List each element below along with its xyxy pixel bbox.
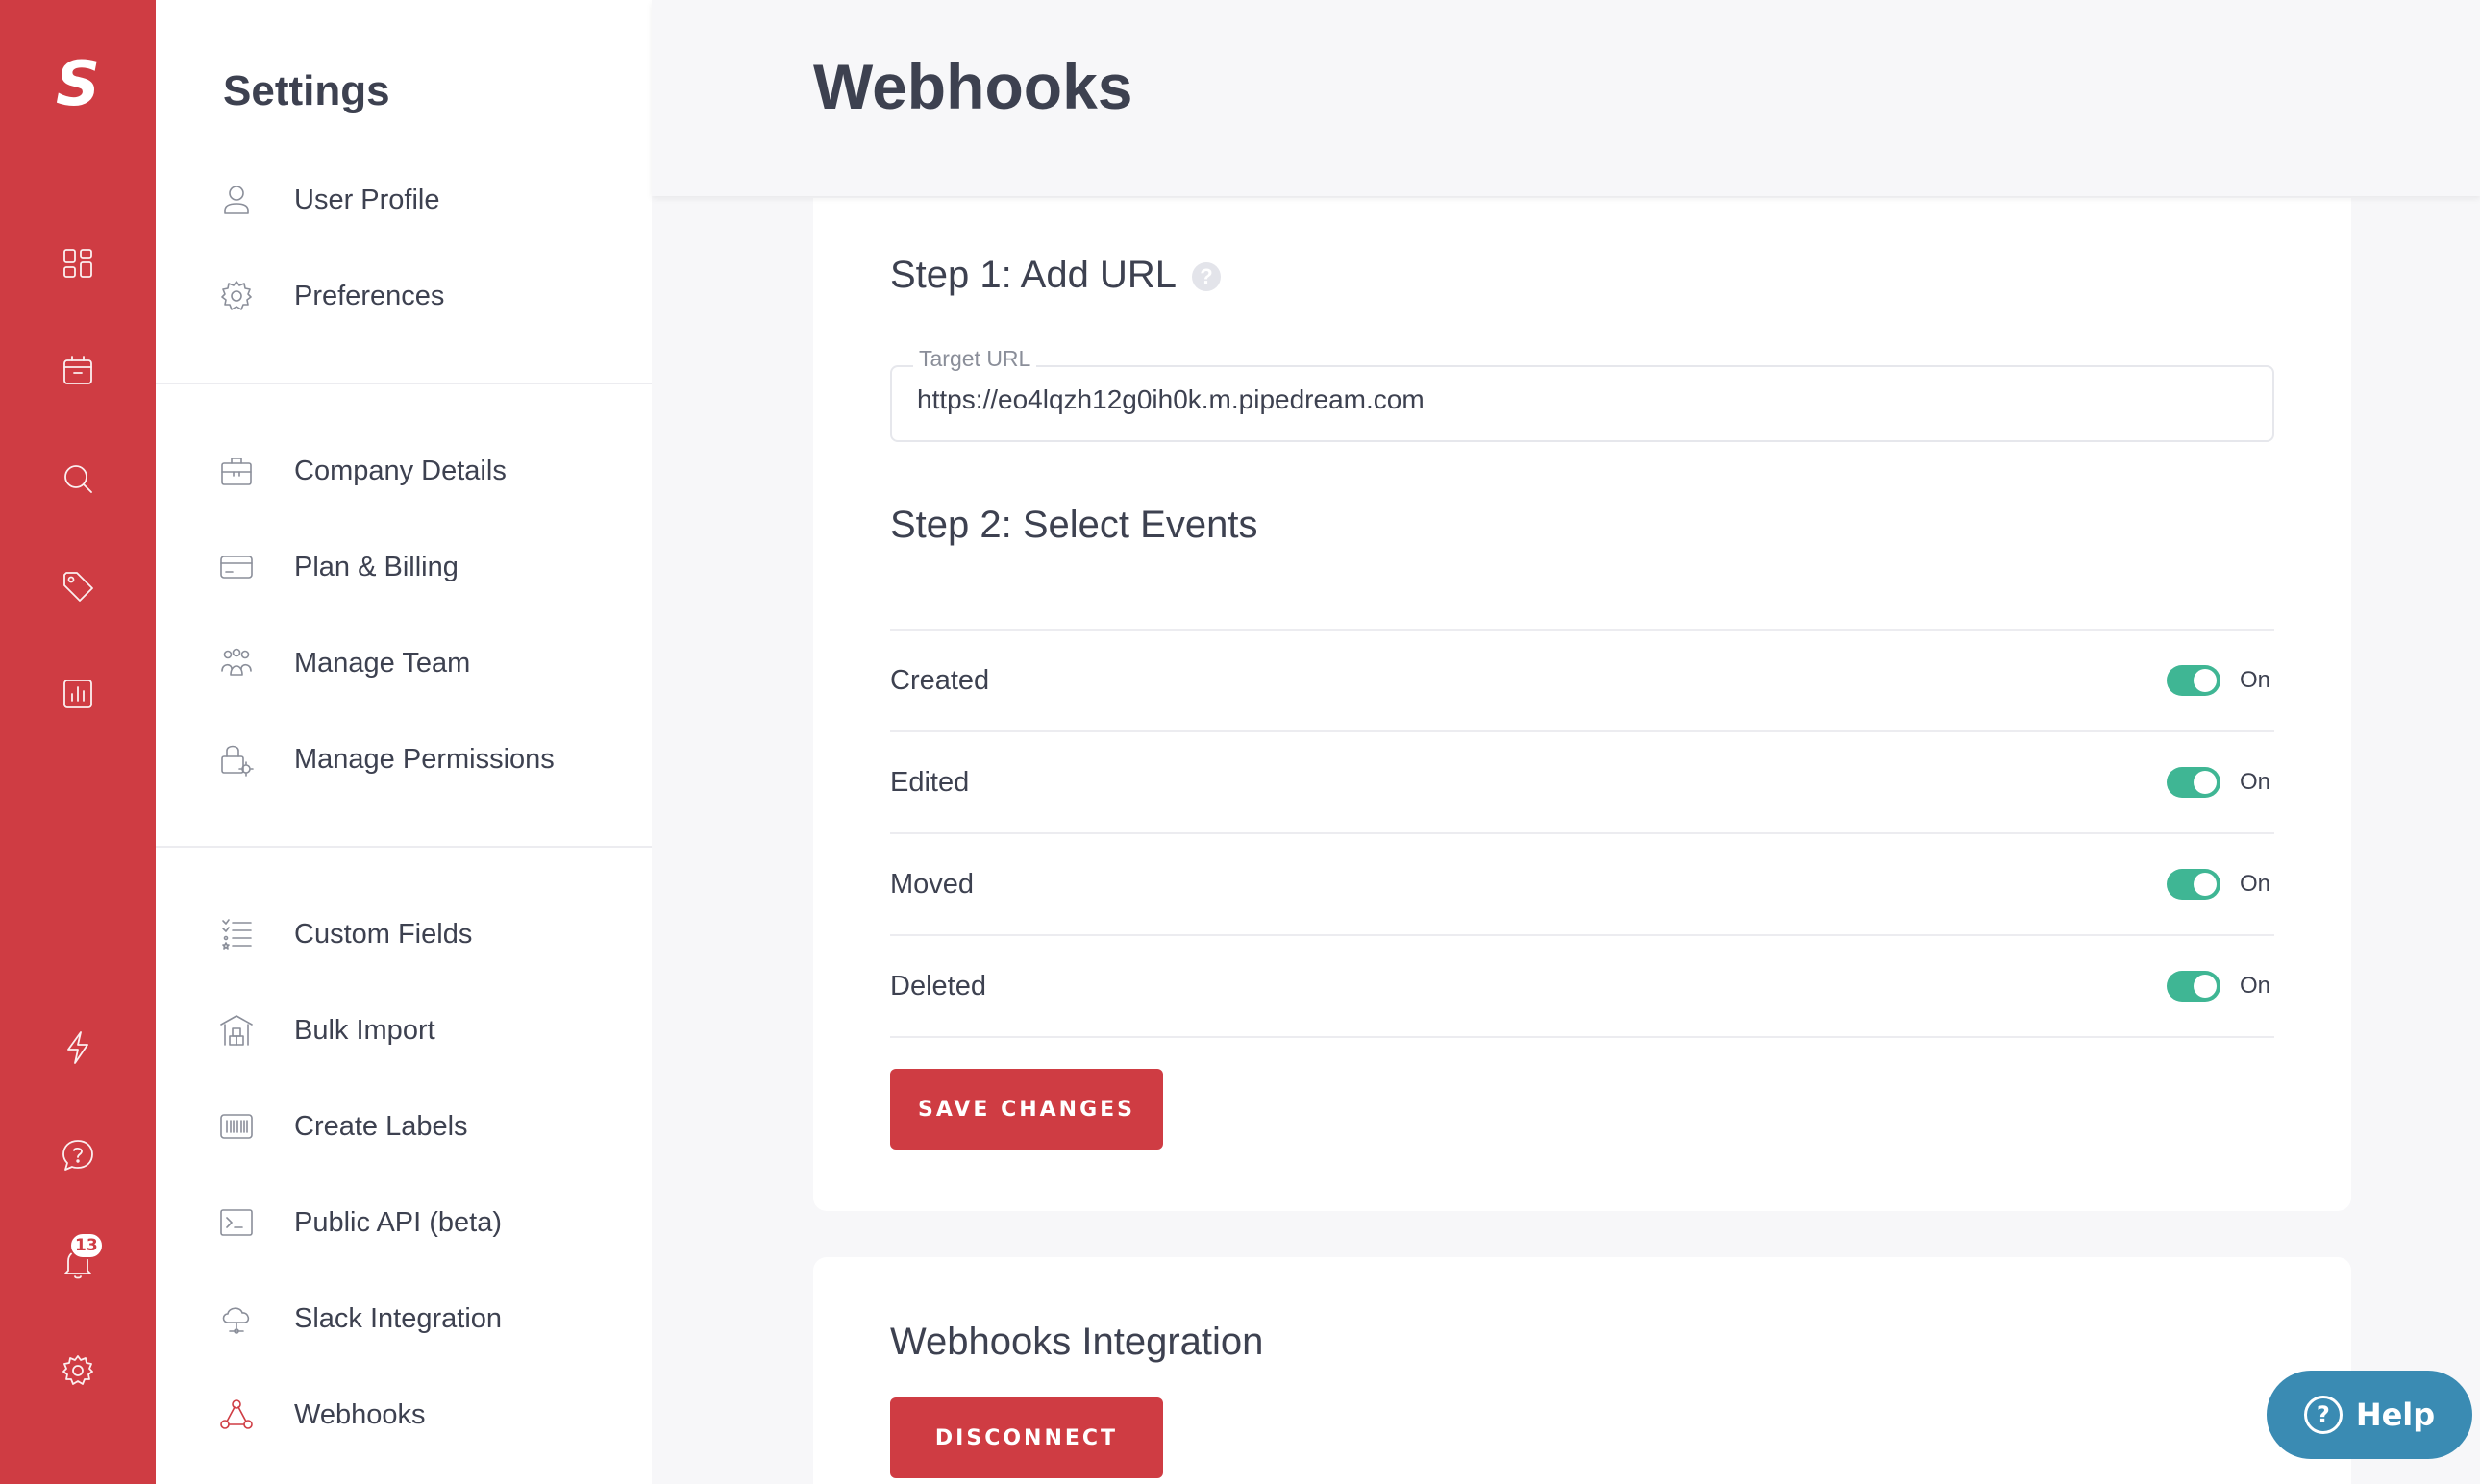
reports-chart-icon[interactable] (51, 667, 105, 721)
sidebar-item-slack-integration[interactable]: Slack Integration (217, 1288, 640, 1349)
main-content: Webhooks Step 1: Add URL? Target URL Ste… (652, 0, 2480, 1484)
search-icon[interactable] (51, 452, 105, 506)
sidebar-item-custom-fields[interactable]: Custom Fields (217, 903, 640, 965)
user-icon (224, 186, 249, 214)
sidebar-item-label: Company Details (294, 455, 507, 486)
event-row-deleted: Deleted On (890, 934, 2274, 1036)
webhook-config-card: Step 1: Add URL? Target URL Step 2: Sele… (813, 198, 2351, 1211)
event-state: On (2240, 769, 2271, 795)
toggle-knob (2194, 873, 2217, 896)
page-header: Webhooks (652, 0, 2480, 196)
sidebar-item-label: Slack Integration (294, 1302, 503, 1334)
sidebar-divider (156, 846, 652, 848)
sidebar-divider (156, 383, 652, 384)
event-name: Moved (890, 868, 975, 900)
step1-title-text: Step 1: Add URL (890, 254, 1177, 296)
sidebar-item-label: Manage Permissions (294, 743, 555, 775)
settings-gear-icon[interactable] (51, 1344, 105, 1397)
help-chat-icon[interactable] (51, 1128, 105, 1182)
sidebar-item-label: Create Labels (294, 1110, 468, 1142)
toggle-knob (2194, 771, 2217, 794)
help-question-icon: ? (2303, 1396, 2343, 1434)
event-toggle-moved[interactable] (2167, 869, 2220, 900)
page-title: Webhooks (813, 51, 1133, 122)
help-label: Help (2355, 1397, 2436, 1433)
target-url-label: Target URL (913, 346, 1037, 372)
integration-title: Webhooks Integration (890, 1321, 1264, 1363)
sidebar-item-label: Bulk Import (294, 1014, 435, 1046)
gear-icon (221, 281, 252, 310)
target-url-input[interactable] (917, 384, 2244, 415)
sidebar-item-label: User Profile (294, 184, 440, 215)
sidebar-item-label: Plan & Billing (294, 551, 459, 582)
barcode-icon (220, 1114, 253, 1139)
sidebar-item-manage-permissions[interactable]: Manage Permissions (217, 729, 640, 790)
event-row-created: Created On (890, 629, 2274, 730)
toggle-knob (2194, 975, 2217, 998)
question-help-icon[interactable]: ? (1191, 262, 1221, 292)
event-name: Deleted (890, 970, 986, 1002)
sidebar-item-create-labels[interactable]: Create Labels (217, 1096, 640, 1157)
sidebar-item-preferences[interactable]: Preferences (217, 265, 640, 327)
event-name: Edited (890, 766, 970, 798)
webhook-icon (220, 1399, 253, 1429)
list-icon (222, 919, 252, 950)
sidebar-item-plan-billing[interactable]: Plan & Billing (217, 536, 640, 598)
event-row-moved: Moved On (890, 832, 2274, 934)
events-divider (890, 1036, 2274, 1038)
event-row-edited: Edited On (890, 730, 2274, 832)
lock-gear-icon (221, 745, 254, 777)
sidebar-item-label: Preferences (294, 280, 445, 311)
sidebar-item-label: Manage Team (294, 647, 471, 679)
app-rail: S 13 (0, 0, 156, 1484)
step2-title: Step 2: Select Events (890, 504, 1258, 546)
sidebar-item-label: Public API (beta) (294, 1206, 502, 1238)
sidebar-item-public-api[interactable]: Public API (beta) (217, 1192, 640, 1253)
event-toggle-edited[interactable] (2167, 767, 2220, 798)
sidebar-item-bulk-import[interactable]: Bulk Import (217, 1000, 640, 1061)
webhooks-integration-card: Webhooks Integration DISCONNECT (813, 1257, 2351, 1484)
inventory-box-icon[interactable] (51, 344, 105, 398)
warehouse-icon (220, 1015, 253, 1046)
notification-count-badge: 13 (69, 1232, 104, 1259)
help-button[interactable]: ? Help (2267, 1371, 2472, 1459)
sidebar-item-label: Custom Fields (294, 918, 473, 950)
save-changes-button[interactable]: SAVE CHANGES (890, 1069, 1163, 1150)
sidebar-title: Settings (223, 67, 390, 114)
disconnect-button[interactable]: DISCONNECT (890, 1397, 1163, 1478)
briefcase-icon (221, 458, 252, 485)
event-toggle-deleted[interactable] (2167, 971, 2220, 1002)
event-toggle-created[interactable] (2167, 665, 2220, 696)
event-state: On (2240, 871, 2271, 897)
lightning-icon[interactable] (51, 1021, 105, 1075)
target-url-field[interactable]: Target URL (890, 346, 2274, 442)
sidebar-item-webhooks[interactable]: Webhooks (217, 1384, 640, 1446)
sidebar-item-manage-team[interactable]: Manage Team (217, 632, 640, 694)
settings-sidebar: Settings User Profile Preferences Compan… (156, 0, 652, 1484)
app-logo[interactable]: S (0, 50, 156, 119)
toggle-knob (2194, 669, 2217, 692)
tag-icon[interactable] (51, 559, 105, 613)
cloud-icon (222, 1307, 250, 1334)
event-state: On (2240, 667, 2271, 693)
dashboard-icon[interactable] (51, 236, 105, 290)
credit-card-icon (220, 556, 253, 579)
sidebar-item-company-details[interactable]: Company Details (217, 440, 640, 502)
event-state: On (2240, 973, 2271, 999)
sidebar-item-label: Webhooks (294, 1398, 426, 1430)
sidebar-item-user-profile[interactable]: User Profile (217, 169, 640, 231)
step1-title: Step 1: Add URL? (890, 254, 1221, 297)
team-icon (221, 648, 252, 676)
terminal-icon (220, 1209, 253, 1236)
event-name: Created (890, 664, 990, 696)
